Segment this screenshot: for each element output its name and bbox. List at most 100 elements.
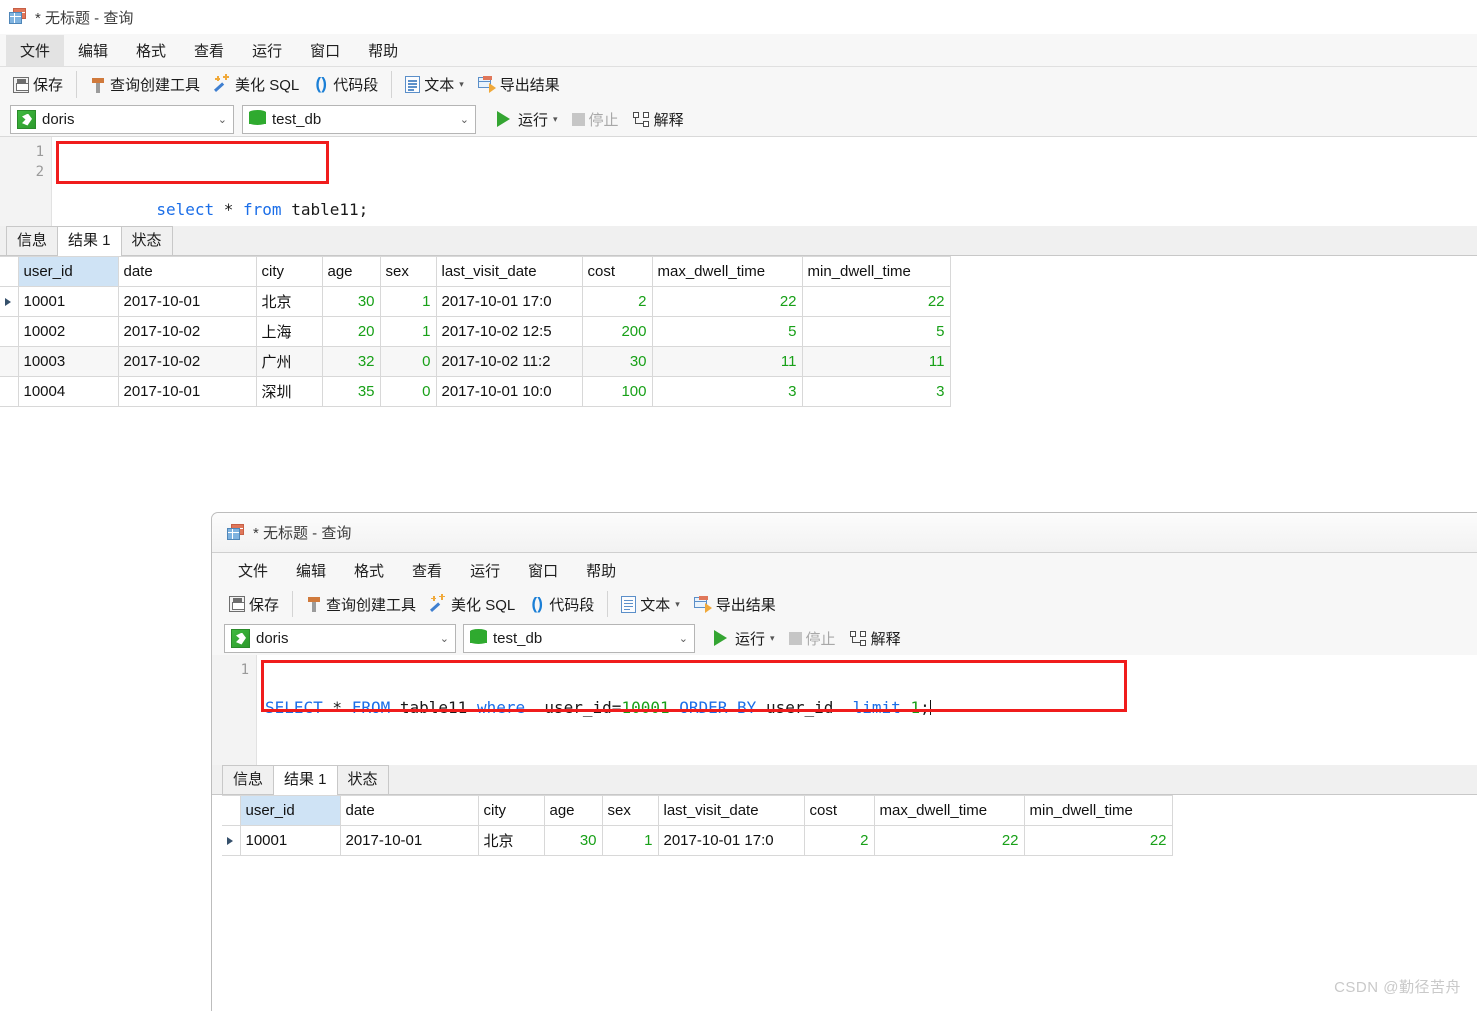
sql-line-1[interactable]: SELECT * FROM table11 where user_id=1000… [257, 698, 1477, 718]
text-mode-button[interactable]: 文本 ▾ [614, 591, 687, 618]
stop-label: 停止 [588, 111, 619, 129]
tab-status[interactable]: 状态 [336, 765, 389, 794]
beautify-sql-button[interactable]: 美化 SQL [423, 591, 522, 618]
database-select[interactable]: test_db ⌄ [463, 623, 695, 653]
column-header-last-visit-date[interactable]: last_visit_date [657, 795, 805, 826]
cell-max-dwell-time[interactable]: 11 [651, 346, 803, 377]
sql-token: user_id= [525, 698, 622, 717]
tab-result[interactable]: 结果 1 [273, 765, 338, 795]
save-button[interactable]: 保存 [222, 591, 286, 618]
tab-result[interactable]: 结果 1 [57, 226, 122, 256]
menu-item-run[interactable]: 运行 [456, 555, 514, 586]
chevron-down-icon[interactable]: ▾ [770, 633, 775, 644]
tab-info[interactable]: 信息 [6, 226, 59, 255]
export-result-button[interactable]: 导出结果 [471, 71, 567, 98]
explain-button[interactable]: 解释 [626, 106, 691, 133]
cell-sex[interactable]: 1 [601, 825, 659, 856]
tab-info[interactable]: 信息 [222, 765, 275, 794]
menu-item-window[interactable]: 窗口 [514, 555, 572, 586]
cell-age[interactable]: 35 [321, 376, 381, 407]
column-header-max-dwell-time[interactable]: max_dwell_time [873, 795, 1025, 826]
window1-sql-editor[interactable]: 1 2 select * from table11; [0, 136, 1477, 226]
column-header-min-dwell-time[interactable]: min_dwell_time [1023, 795, 1173, 826]
connection-select[interactable]: doris ⌄ [224, 623, 456, 653]
cell-max-dwell-time[interactable]: 3 [651, 376, 803, 407]
menu-item-view[interactable]: 查看 [398, 555, 456, 586]
beautify-sql-button[interactable]: 美化 SQL [207, 71, 306, 98]
cell-city[interactable]: 广州 [255, 346, 323, 377]
cell-date[interactable]: 2017-10-02 [117, 346, 257, 377]
cell-city[interactable]: 北京 [477, 825, 545, 856]
cell-age[interactable]: 32 [321, 346, 381, 377]
cell-max-dwell-time[interactable]: 22 [873, 825, 1025, 856]
chevron-down-icon[interactable]: ⌄ [434, 632, 449, 645]
run-button[interactable]: 运行 ▾ [707, 625, 782, 652]
run-button[interactable]: 运行 ▾ [490, 106, 565, 133]
cell-cost[interactable]: 30 [581, 346, 653, 377]
table-row[interactable]: 10004 2017-10-01 深圳 35 0 2017-10-01 10:0… [0, 376, 951, 407]
column-header-user-id[interactable]: user_id [239, 795, 341, 826]
column-header-cost[interactable]: cost [803, 795, 875, 826]
chevron-down-icon[interactable]: ⌄ [212, 113, 227, 126]
menu-item-file[interactable]: 文件 [6, 34, 65, 66]
export-result-button[interactable]: 导出结果 [687, 591, 783, 618]
chevron-down-icon[interactable]: ▾ [675, 599, 680, 610]
cell-date[interactable]: 2017-10-01 [117, 376, 257, 407]
database-select[interactable]: test_db ⌄ [242, 104, 476, 134]
cell-cost[interactable]: 100 [581, 376, 653, 407]
sql-token: where [476, 698, 526, 717]
window2-result-grid[interactable]: user_id date city age sex last_visit_dat… [222, 795, 1173, 856]
window2-code-area[interactable]: SELECT * FROM table11 where user_id=1000… [257, 655, 1477, 765]
snippet-button[interactable]: () 代码段 [522, 591, 601, 618]
cell-sex[interactable]: 0 [379, 346, 437, 377]
sql-line-1[interactable]: select * from table11; [52, 180, 1477, 240]
menu-item-format[interactable]: 格式 [122, 35, 180, 66]
query-builder-button[interactable]: 查询创建工具 [83, 71, 207, 98]
menu-item-window[interactable]: 窗口 [296, 35, 354, 66]
cell-city[interactable]: 深圳 [255, 376, 323, 407]
cell-last-visit-date[interactable]: 2017-10-02 11:2 [435, 346, 583, 377]
cell-user-id[interactable]: 10003 [17, 346, 119, 377]
chevron-down-icon[interactable]: ⌄ [454, 113, 469, 126]
cell-min-dwell-time[interactable]: 22 [1023, 825, 1173, 856]
menu-item-edit[interactable]: 编辑 [282, 555, 340, 586]
cell-age[interactable]: 30 [543, 825, 603, 856]
cell-last-visit-date[interactable]: 2017-10-01 17:0 [657, 825, 805, 856]
cell-min-dwell-time[interactable]: 11 [801, 346, 951, 377]
cell-user-id[interactable]: 10001 [239, 825, 341, 856]
snippet-button[interactable]: () 代码段 [306, 71, 385, 98]
window1-code-area[interactable]: select * from table11; [52, 137, 1477, 226]
table-row[interactable]: 10001 2017-10-01 北京 30 1 2017-10-01 17:0… [222, 825, 1173, 856]
explain-button[interactable]: 解释 [843, 625, 908, 652]
column-header-sex[interactable]: sex [601, 795, 659, 826]
table-row[interactable]: 10003 2017-10-02 广州 32 0 2017-10-02 11:2… [0, 346, 951, 377]
beautify-sql-label: 美化 SQL [235, 77, 300, 94]
save-button[interactable]: 保存 [6, 71, 70, 98]
chevron-down-icon[interactable]: ▾ [553, 114, 558, 125]
menu-item-view[interactable]: 查看 [180, 35, 238, 66]
cell-date[interactable]: 2017-10-01 [339, 825, 479, 856]
column-header-age[interactable]: age [543, 795, 603, 826]
sql-token: SELECT [265, 698, 323, 717]
chevron-down-icon[interactable]: ⌄ [673, 632, 688, 645]
menu-item-format[interactable]: 格式 [340, 555, 398, 586]
column-header-city[interactable]: city [477, 795, 545, 826]
text-mode-button[interactable]: 文本 ▾ [398, 71, 471, 98]
cell-sex[interactable]: 0 [379, 376, 437, 407]
sql-line-2[interactable] [52, 278, 1477, 298]
menu-item-edit[interactable]: 编辑 [64, 35, 122, 66]
cell-last-visit-date[interactable]: 2017-10-01 10:0 [435, 376, 583, 407]
menu-item-help[interactable]: 帮助 [572, 555, 630, 586]
query-builder-button[interactable]: 查询创建工具 [299, 591, 423, 618]
cell-min-dwell-time[interactable]: 3 [801, 376, 951, 407]
column-header-date[interactable]: date [339, 795, 479, 826]
menu-item-help[interactable]: 帮助 [354, 35, 412, 66]
menu-item-file[interactable]: 文件 [224, 555, 282, 586]
connection-select[interactable]: doris ⌄ [10, 104, 234, 134]
document-icon [405, 76, 421, 93]
menu-item-run[interactable]: 运行 [238, 35, 296, 66]
window2-sql-editor[interactable]: 1 SELECT * FROM table11 where user_id=10… [212, 655, 1477, 765]
cell-cost[interactable]: 2 [803, 825, 875, 856]
cell-user-id[interactable]: 10004 [17, 376, 119, 407]
chevron-down-icon[interactable]: ▾ [459, 79, 464, 90]
